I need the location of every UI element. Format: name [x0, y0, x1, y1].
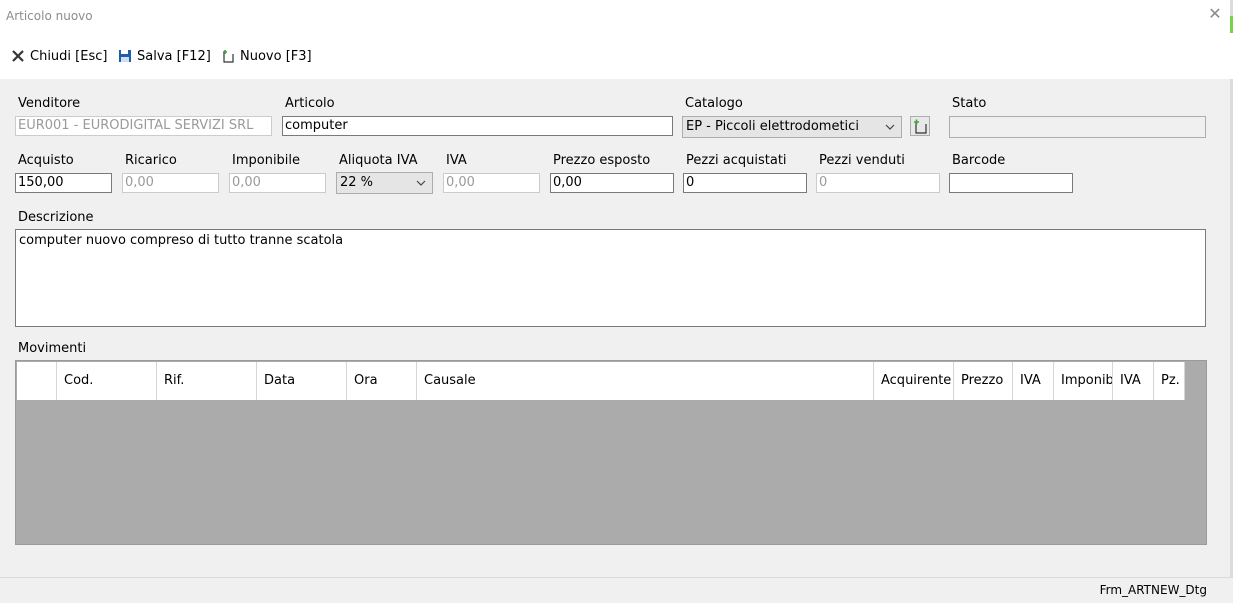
acquisto-label: Acquisto: [18, 153, 74, 168]
new-button[interactable]: Nuovo [F3]: [221, 47, 312, 65]
aliquota-iva-label: Aliquota IVA: [339, 153, 418, 168]
save-button-label: Salva [F12]: [137, 48, 211, 64]
prezzo-esposto-field[interactable]: 0,00: [550, 173, 674, 193]
save-button[interactable]: Salva [F12]: [118, 47, 211, 65]
ricarico-label: Ricarico: [125, 153, 177, 168]
close-button-label: Chiudi [Esc]: [30, 48, 108, 64]
prezzo-esposto-label: Prezzo esposto: [553, 153, 651, 168]
chevron-down-icon: [416, 173, 426, 201]
floppy-disk-icon: [118, 49, 132, 63]
ricarico-field[interactable]: 0,00: [122, 173, 219, 193]
form-name: Frm_ARTNEW_Dtg: [1099, 583, 1207, 597]
new-document-icon: [221, 49, 235, 63]
catalogo-select[interactable]: EP - Piccoli elettrodometici: [682, 116, 902, 138]
catalogo-select-value: EP - Piccoli elettrodometici: [686, 119, 859, 134]
iva-field[interactable]: 0,00: [443, 173, 540, 193]
add-document-icon: [911, 119, 929, 139]
pezzi-venduti-field[interactable]: 0: [816, 173, 940, 193]
window-close-icon[interactable]: ✕: [1207, 6, 1223, 22]
aliquota-iva-select[interactable]: 22 %: [336, 172, 433, 194]
chevron-down-icon: [885, 117, 895, 145]
articolo-label: Articolo: [285, 96, 335, 111]
movimenti-grid-header: Cod. Rif. Data Ora Causale Acquirente Pr…: [17, 362, 1185, 400]
movimenti-grid[interactable]: Cod. Rif. Data Ora Causale Acquirente Pr…: [15, 360, 1207, 545]
venditore-label: Venditore: [18, 96, 81, 111]
new-button-label: Nuovo [F3]: [240, 48, 312, 64]
descrizione-label: Descrizione: [18, 210, 94, 225]
stato-label: Stato: [952, 96, 987, 111]
pezzi-acquistati-label: Pezzi acquistati: [686, 153, 787, 168]
catalogo-label: Catalogo: [685, 96, 743, 111]
barcode-label: Barcode: [952, 153, 1006, 168]
status-bar: Frm_ARTNEW_Dtg: [0, 577, 1233, 603]
imponibile-label: Imponibile: [232, 153, 301, 168]
column-header-iva-2[interactable]: IVA: [1113, 362, 1154, 400]
column-header-ora[interactable]: Ora: [347, 362, 417, 400]
stato-field: [949, 116, 1206, 138]
articolo-field[interactable]: computer: [282, 116, 673, 136]
column-header-rif[interactable]: Rif.: [157, 362, 257, 400]
barcode-field[interactable]: [949, 173, 1073, 193]
column-header-causale[interactable]: Causale: [417, 362, 874, 400]
movimenti-label: Movimenti: [18, 341, 87, 356]
venditore-field[interactable]: EUR001 - EURODIGITAL SERVIZI SRL: [15, 116, 272, 136]
pezzi-venduti-label: Pezzi venduti: [819, 153, 905, 168]
column-header-imponib[interactable]: Imponib.: [1054, 362, 1113, 400]
column-header-prezzo[interactable]: Prezzo: [954, 362, 1013, 400]
iva-label: IVA: [446, 153, 467, 168]
column-header-acquirente[interactable]: Acquirente: [874, 362, 954, 400]
title-bar: Articolo nuovo ✕: [0, 0, 1233, 33]
add-catalog-button[interactable]: [910, 116, 930, 136]
imponibile-field[interactable]: 0,00: [229, 173, 326, 193]
descrizione-textarea[interactable]: computer nuovo compreso di tutto tranne …: [15, 229, 1206, 327]
window-title: Articolo nuovo: [6, 9, 93, 23]
column-header-pz[interactable]: Pz.: [1154, 362, 1185, 400]
column-header-iva[interactable]: IVA: [1013, 362, 1054, 400]
aliquota-iva-select-value: 22 %: [340, 175, 374, 190]
column-header-cod[interactable]: Cod.: [57, 362, 157, 400]
column-header-data[interactable]: Data: [257, 362, 347, 400]
pezzi-acquistati-field[interactable]: 0: [683, 173, 807, 193]
acquisto-field[interactable]: 150,00: [15, 173, 112, 193]
close-x-icon: [11, 49, 25, 63]
column-header-selector[interactable]: [17, 362, 57, 400]
close-button[interactable]: Chiudi [Esc]: [11, 47, 107, 65]
toolbar: Chiudi [Esc] Salva [F12] Nuovo [F3]: [0, 33, 1233, 79]
